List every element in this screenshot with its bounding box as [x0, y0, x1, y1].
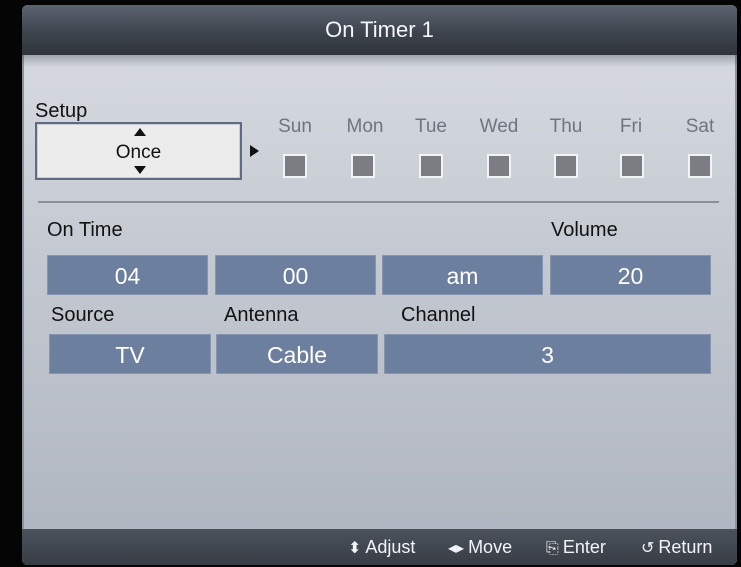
up-down-arrow-icon: ⬍ [348, 540, 362, 557]
arrow-up-icon [134, 128, 146, 136]
day-checkbox-tue[interactable] [419, 154, 443, 178]
antenna-field[interactable]: Cable [216, 334, 378, 374]
footer-bar: ⬍ Adjust ◂▸ Move ⎘ Enter ↺ Return [22, 529, 737, 565]
setup-label: Setup [35, 100, 88, 122]
arrow-right-icon [250, 145, 259, 157]
footer-return-label: Return [658, 537, 713, 557]
day-label-tue: Tue [414, 116, 448, 137]
setup-value: Once [115, 142, 162, 163]
footer-enter-label: Enter [562, 537, 606, 557]
day-checkbox-wed[interactable] [487, 154, 511, 178]
channel-field[interactable]: 3 [384, 334, 711, 374]
dialog-title: On Timer 1 [22, 5, 737, 55]
title-shadow [22, 55, 737, 67]
day-label-wed: Wed [479, 116, 519, 137]
on-time-label: On Time [47, 219, 123, 241]
day-label-thu: Thu [549, 116, 583, 137]
day-label-mon: Mon [346, 116, 384, 137]
footer-enter: ⎘ Enter [546, 529, 606, 565]
day-checkbox-sat[interactable] [688, 154, 712, 178]
footer-move-label: Move [468, 537, 513, 557]
day-checkbox-fri[interactable] [620, 154, 644, 178]
day-label-fri: Fri [619, 116, 643, 137]
arrow-down-icon [134, 166, 146, 174]
section-divider [38, 201, 719, 203]
day-label-sat: Sat [685, 116, 715, 137]
setup-selector[interactable]: Once [35, 122, 242, 180]
day-label-sun: Sun [278, 116, 312, 137]
footer-adjust: ⬍ Adjust [348, 529, 415, 565]
left-right-arrow-icon: ◂▸ [448, 540, 465, 557]
footer-adjust-label: Adjust [365, 537, 416, 557]
source-label: Source [51, 304, 115, 326]
channel-label: Channel [401, 304, 476, 326]
footer-move: ◂▸ Move [448, 529, 512, 565]
hour-field[interactable]: 04 [47, 255, 208, 295]
enter-icon: ⎘ [546, 540, 559, 557]
antenna-label: Antenna [224, 304, 299, 326]
footer-return: ↺ Return [641, 529, 712, 565]
day-checkbox-thu[interactable] [554, 154, 578, 178]
return-icon: ↺ [641, 540, 655, 557]
volume-field[interactable]: 20 [550, 255, 711, 295]
ampm-field[interactable]: am [382, 255, 543, 295]
volume-label: Volume [551, 219, 618, 241]
day-checkbox-sun[interactable] [283, 154, 307, 178]
timer-dialog: On Timer 1 Setup Once Sun Mon Tue Wed Th… [22, 5, 737, 565]
day-checkbox-mon[interactable] [351, 154, 375, 178]
source-field[interactable]: TV [49, 334, 211, 374]
minute-field[interactable]: 00 [215, 255, 376, 295]
